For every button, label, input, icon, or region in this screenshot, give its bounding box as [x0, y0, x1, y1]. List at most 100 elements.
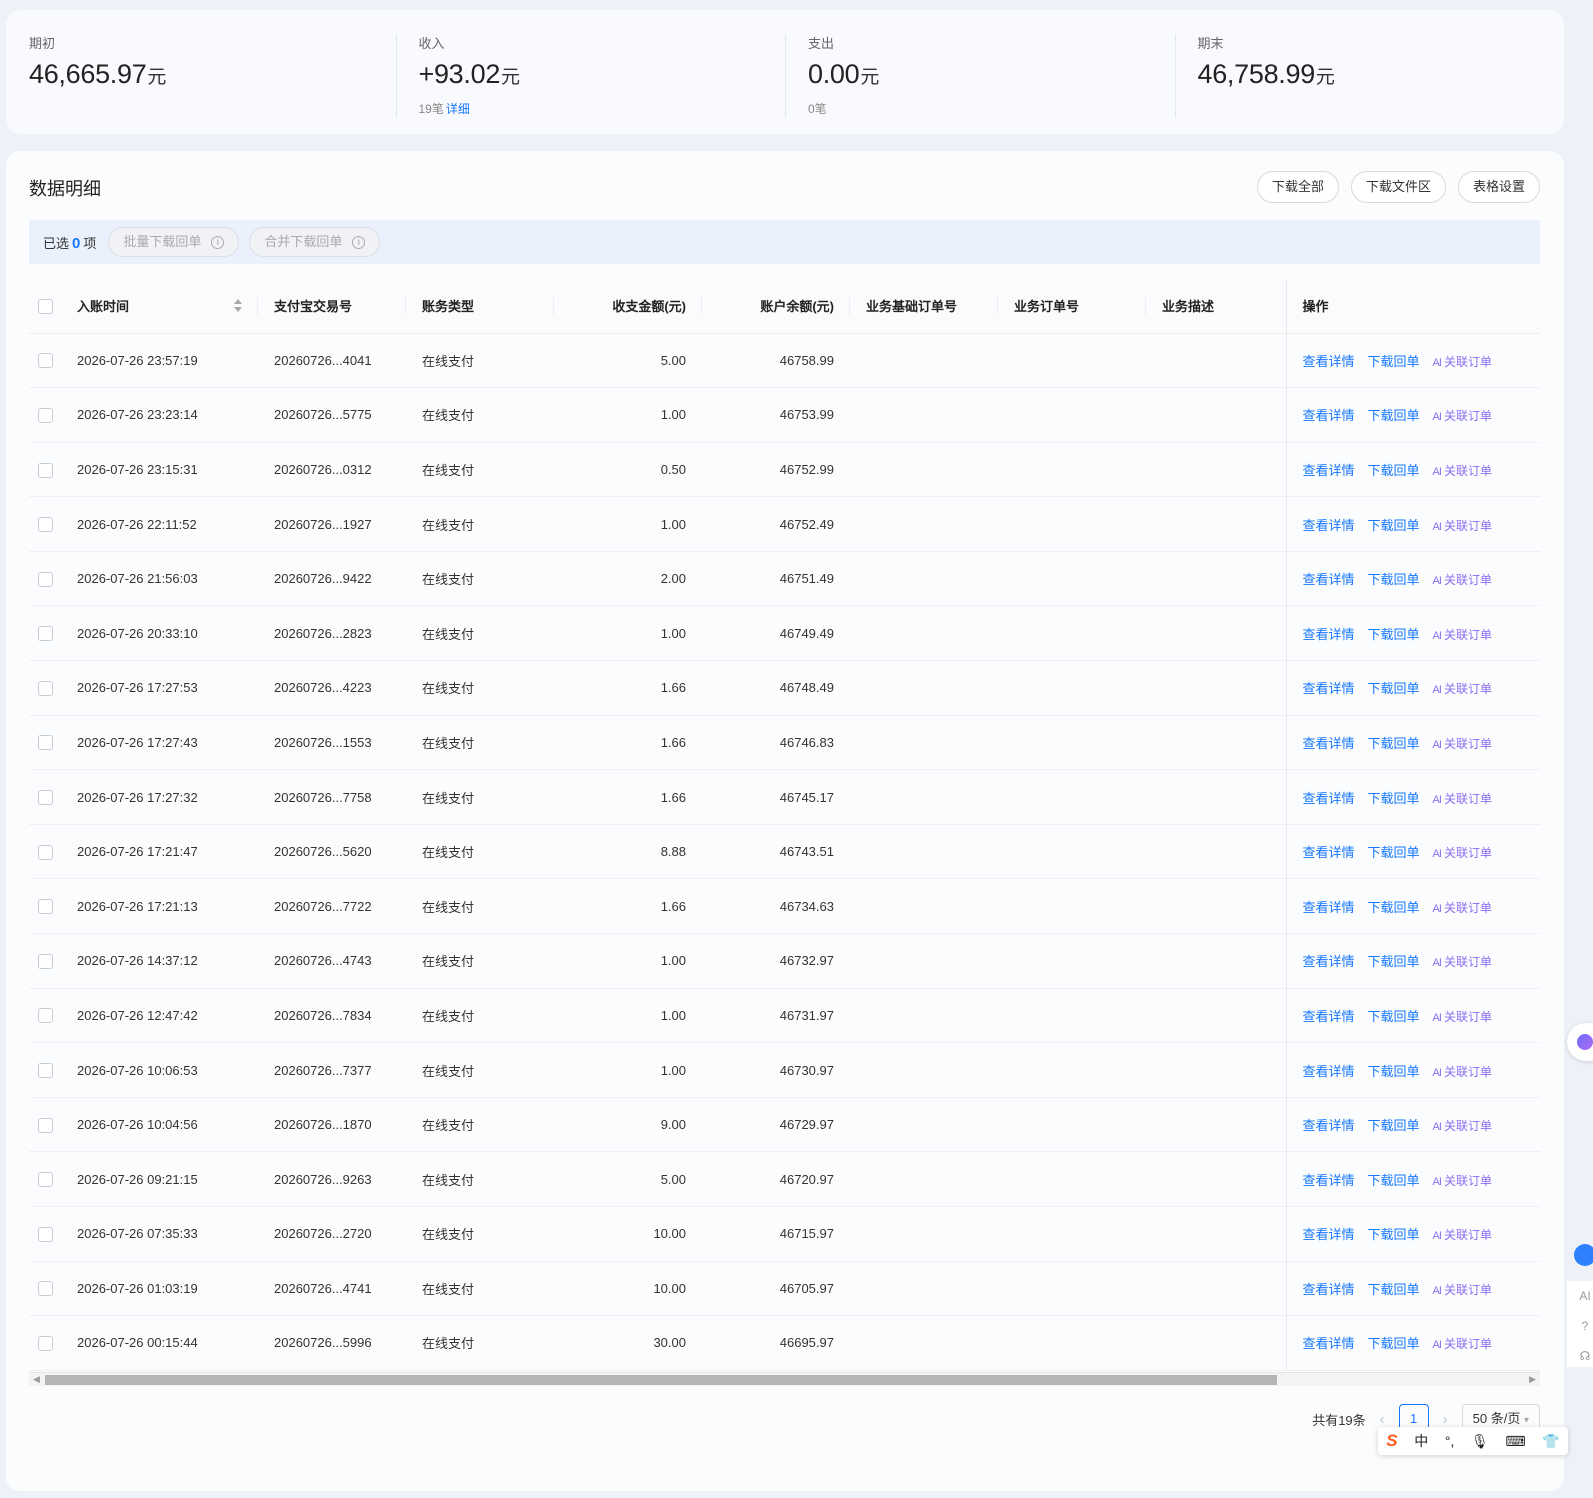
- row-checkbox[interactable]: [38, 571, 53, 587]
- select-all-checkbox[interactable]: [38, 298, 53, 314]
- download-receipt-link[interactable]: 下载回单: [1368, 1173, 1420, 1188]
- ai-button[interactable]: AI: [1567, 1281, 1593, 1311]
- download-receipt-link[interactable]: 下载回单: [1368, 681, 1420, 696]
- download-receipt-link[interactable]: 下载回单: [1368, 1336, 1420, 1351]
- view-detail-link[interactable]: 查看详情: [1303, 408, 1355, 423]
- table-settings-button[interactable]: 表格设置: [1457, 171, 1540, 203]
- view-detail-link[interactable]: 查看详情: [1303, 627, 1355, 642]
- row-checkbox[interactable]: [38, 953, 53, 969]
- next-page-icon[interactable]: ›: [1443, 1411, 1448, 1428]
- table-row[interactable]: 2026-07-26 23:15:31 20260726...0312 在线支付 0.…: [29, 442, 1540, 498]
- view-detail-link[interactable]: 查看详情: [1303, 681, 1355, 696]
- skin-icon[interactable]: 👕: [1542, 1433, 1559, 1450]
- link-order-link[interactable]: AI 关联订单: [1433, 792, 1492, 806]
- row-checkbox[interactable]: [38, 517, 53, 533]
- download-receipt-link[interactable]: 下载回单: [1368, 1282, 1420, 1297]
- link-order-link[interactable]: AI 关联订单: [1433, 628, 1492, 642]
- link-order-link[interactable]: AI 关联订单: [1433, 573, 1492, 587]
- row-checkbox[interactable]: [38, 680, 53, 696]
- scroll-left-icon[interactable]: ◀: [33, 1374, 40, 1385]
- robot-icon[interactable]: [1571, 1238, 1593, 1274]
- link-order-link[interactable]: AI 关联订单: [1433, 682, 1492, 696]
- link-order-link[interactable]: AI 关联订单: [1433, 955, 1492, 969]
- view-detail-link[interactable]: 查看详情: [1303, 736, 1355, 751]
- info-icon[interactable]: i: [211, 235, 225, 249]
- link-order-link[interactable]: AI 关联订单: [1433, 1010, 1492, 1024]
- table-row[interactable]: 2026-07-26 17:27:43 20260726...1553 在线支付 1.…: [29, 715, 1540, 771]
- income-detail-link[interactable]: 详细: [446, 102, 470, 116]
- header-time[interactable]: 入账时间: [69, 279, 258, 334]
- link-order-link[interactable]: AI 关联订单: [1433, 846, 1492, 860]
- download-receipt-link[interactable]: 下载回单: [1368, 791, 1420, 806]
- row-checkbox[interactable]: [38, 1008, 53, 1024]
- view-detail-link[interactable]: 查看详情: [1303, 845, 1355, 860]
- row-checkbox[interactable]: [38, 626, 53, 642]
- row-checkbox[interactable]: [38, 462, 53, 478]
- view-detail-link[interactable]: 查看详情: [1303, 572, 1355, 587]
- table-row[interactable]: 2026-07-26 09:21:15 20260726...9263 在线支付 5.…: [29, 1151, 1540, 1207]
- download-receipt-link[interactable]: 下载回单: [1368, 900, 1420, 915]
- link-order-link[interactable]: AI 关联订单: [1433, 519, 1492, 533]
- row-checkbox[interactable]: [38, 1117, 53, 1133]
- view-detail-link[interactable]: 查看详情: [1303, 354, 1355, 369]
- view-detail-link[interactable]: 查看详情: [1303, 518, 1355, 533]
- row-checkbox[interactable]: [38, 844, 53, 860]
- view-detail-link[interactable]: 查看详情: [1303, 900, 1355, 915]
- download-receipt-link[interactable]: 下载回单: [1368, 518, 1420, 533]
- table-row[interactable]: 2026-07-26 23:57:19 20260726...4041 在线支付 5.…: [29, 333, 1540, 389]
- download-receipt-link[interactable]: 下载回单: [1368, 736, 1420, 751]
- link-order-link[interactable]: AI 关联订单: [1433, 409, 1492, 423]
- link-order-link[interactable]: AI 关联订单: [1433, 1283, 1492, 1297]
- table-row[interactable]: 2026-07-26 00:15:44 20260726...5996 在线支付 30…: [29, 1315, 1540, 1371]
- ime-lang-toggle[interactable]: 中: [1414, 1431, 1428, 1451]
- download-all-button[interactable]: 下载全部: [1256, 171, 1339, 203]
- view-detail-link[interactable]: 查看详情: [1303, 1336, 1355, 1351]
- table-row[interactable]: 2026-07-26 07:35:33 20260726...2720 在线支付 10…: [29, 1206, 1540, 1262]
- batch-download-button[interactable]: 批量下载回单 i: [108, 227, 240, 257]
- table-row[interactable]: 2026-07-26 12:47:42 20260726...7834 在线支付 1.…: [29, 988, 1540, 1044]
- download-receipt-link[interactable]: 下载回单: [1368, 627, 1420, 642]
- row-checkbox[interactable]: [38, 1063, 53, 1079]
- help-icon[interactable]: ?: [1567, 1311, 1593, 1341]
- view-detail-link[interactable]: 查看详情: [1303, 954, 1355, 969]
- table-row[interactable]: 2026-07-26 22:11:52 20260726...1927 在线支付 1.…: [29, 496, 1540, 552]
- row-checkbox[interactable]: [38, 735, 53, 751]
- row-checkbox[interactable]: [38, 899, 53, 915]
- sort-icon[interactable]: [234, 299, 244, 315]
- table-row[interactable]: 2026-07-26 21:56:03 20260726...9422 在线支付 2.…: [29, 551, 1540, 607]
- link-order-link[interactable]: AI 关联订单: [1433, 1337, 1492, 1351]
- download-receipt-link[interactable]: 下载回单: [1368, 354, 1420, 369]
- merge-download-button[interactable]: 合并下载回单 i: [249, 227, 381, 257]
- download-receipt-link[interactable]: 下载回单: [1368, 954, 1420, 969]
- download-receipt-link[interactable]: 下载回单: [1368, 1009, 1420, 1024]
- table-row[interactable]: 2026-07-26 17:27:53 20260726...4223 在线支付 1.…: [29, 660, 1540, 716]
- download-receipt-link[interactable]: 下载回单: [1368, 1227, 1420, 1242]
- link-order-link[interactable]: AI 关联订单: [1433, 355, 1492, 369]
- view-detail-link[interactable]: 查看详情: [1303, 1282, 1355, 1297]
- row-checkbox[interactable]: [38, 1172, 53, 1188]
- prev-page-icon[interactable]: ‹: [1380, 1411, 1385, 1428]
- view-detail-link[interactable]: 查看详情: [1303, 791, 1355, 806]
- scrollbar-thumb[interactable]: [45, 1375, 1277, 1385]
- row-checkbox[interactable]: [38, 407, 53, 423]
- view-detail-link[interactable]: 查看详情: [1303, 1227, 1355, 1242]
- download-receipt-link[interactable]: 下载回单: [1368, 463, 1420, 478]
- row-checkbox[interactable]: [38, 1336, 53, 1352]
- link-order-link[interactable]: AI 关联订单: [1433, 1174, 1492, 1188]
- link-order-link[interactable]: AI 关联订单: [1433, 1065, 1492, 1079]
- link-order-link[interactable]: AI 关联订单: [1433, 901, 1492, 915]
- download-receipt-link[interactable]: 下载回单: [1368, 845, 1420, 860]
- table-row[interactable]: 2026-07-26 14:37:12 20260726...4743 在线支付 1.…: [29, 933, 1540, 989]
- download-files-button[interactable]: 下载文件区: [1350, 171, 1446, 203]
- table-row[interactable]: 2026-07-26 17:27:32 20260726...7758 在线支付 1.…: [29, 769, 1540, 825]
- download-receipt-link[interactable]: 下载回单: [1368, 1064, 1420, 1079]
- download-receipt-link[interactable]: 下载回单: [1368, 1118, 1420, 1133]
- horizontal-scrollbar[interactable]: ◀ ▶: [29, 1372, 1540, 1386]
- table-row[interactable]: 2026-07-26 17:21:47 20260726...5620 在线支付 8.…: [29, 824, 1540, 880]
- download-receipt-link[interactable]: 下载回单: [1368, 408, 1420, 423]
- row-checkbox[interactable]: [38, 1281, 53, 1297]
- view-detail-link[interactable]: 查看详情: [1303, 1064, 1355, 1079]
- table-row[interactable]: 2026-07-26 01:03:19 20260726...4741 在线支付 10…: [29, 1261, 1540, 1317]
- link-order-link[interactable]: AI 关联订单: [1433, 1119, 1492, 1133]
- scroll-right-icon[interactable]: ▶: [1529, 1374, 1536, 1385]
